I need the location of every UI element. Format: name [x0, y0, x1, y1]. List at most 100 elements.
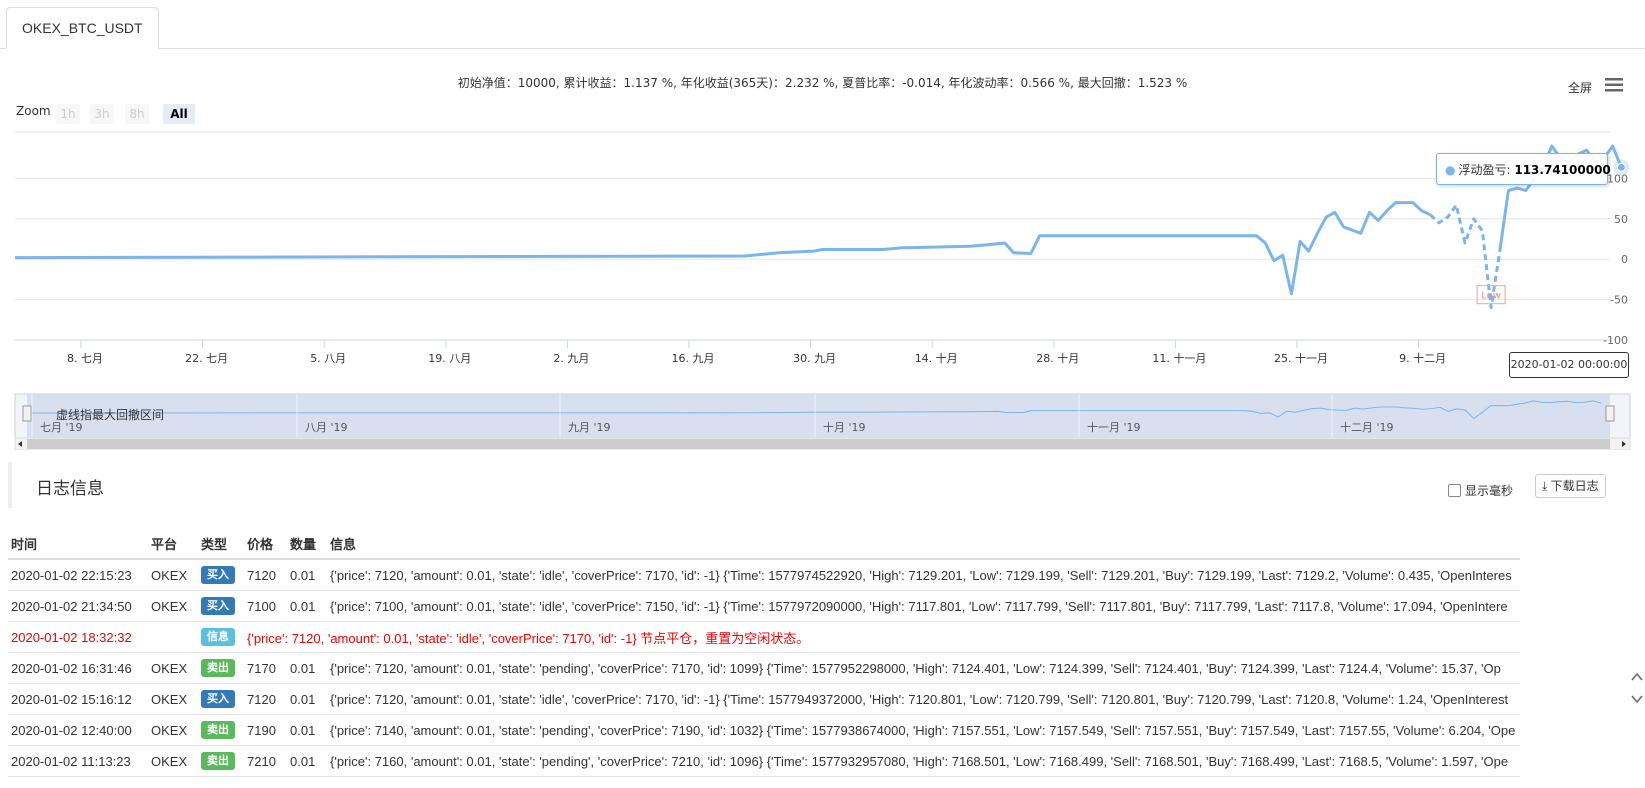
col-info: 信息: [327, 528, 1521, 560]
zoom-all-button[interactable]: All: [163, 104, 195, 124]
x-tick-label: 14. 十月: [915, 351, 958, 365]
log-price: 7190: [244, 714, 287, 746]
log-info: {'price': 7120, 'amount': 0.01, 'state':…: [327, 652, 1521, 684]
log-platform: OKEX: [148, 559, 198, 591]
navigator-scrollbar-thumb[interactable]: [27, 439, 1610, 449]
buy-badge: 买入: [201, 566, 235, 584]
tooltip-value: 113.74100000: [1514, 163, 1611, 177]
log-row: 2020-01-02 22:15:23 OKEX 买入 7120 0.01 {'price…: [8, 559, 1521, 591]
log-platform: OKEX: [148, 714, 198, 746]
sell-badge: 卖出: [201, 752, 235, 770]
sell-badge: 卖出: [201, 659, 235, 677]
log-table: 时间 平台 类型 价格 数量 信息 2020-01-02 22:15:23 OKE…: [8, 528, 1521, 777]
log-amount: 0.01: [287, 590, 327, 622]
info-badge: 信息: [201, 628, 235, 646]
checkbox-icon[interactable]: [1448, 484, 1461, 497]
pnl-series-line: [14, 201, 1431, 296]
log-amount: 0.01: [287, 745, 327, 777]
download-log-button[interactable]: ⤓ 下载日志: [1535, 474, 1606, 498]
download-icon: ⤓: [1542, 479, 1548, 493]
log-info-text: {'price': 7140, 'amount': 0.01, 'state':…: [330, 722, 1516, 738]
navigator-right-handle[interactable]: [1605, 405, 1615, 422]
navigator-tick-label: 十二月 '19: [1340, 420, 1394, 434]
log-row: 2020-01-02 11:13:23 OKEX 卖出 7210 0.01 {'price…: [8, 745, 1521, 777]
col-type: 类型: [198, 528, 244, 560]
x-tick-label: 11. 十一月: [1152, 351, 1206, 365]
log-info: {'price': 7120, 'amount': 0.01, 'state':…: [244, 621, 1521, 653]
log-time: 2020-01-02 22:15:23: [8, 559, 148, 591]
log-type: 卖出: [198, 745, 244, 777]
log-row: 2020-01-02 18:32:32 信息 {'price': 7120, 'am…: [8, 621, 1521, 653]
log-platform: [148, 621, 198, 653]
x-tick-label: 22. 七月: [185, 352, 228, 365]
x-tick-label: 25. 十一月: [1274, 351, 1328, 365]
log-info: {'price': 7120, 'amount': 0.01, 'state':…: [327, 559, 1521, 591]
log-info-text: {'price': 7120, 'amount': 0.01, 'state':…: [330, 567, 1512, 583]
log-info-text: {'price': 7120, 'amount': 0.01, 'state':…: [330, 691, 1509, 707]
x-tick-label: 8. 七月: [67, 352, 103, 365]
buy-badge: 买入: [201, 597, 235, 615]
tooltip-marker: ●: [1445, 163, 1456, 177]
tooltip-series: 浮动盈亏: [1458, 163, 1507, 177]
scroll-arrows[interactable]: [1628, 658, 1645, 788]
hamburger-icon[interactable]: [1605, 78, 1623, 92]
crosshair-date-label: 2020-01-02 00:00:00: [1509, 352, 1629, 378]
x-tick-label: 2. 九月: [553, 352, 589, 365]
sell-badge: 卖出: [201, 721, 235, 739]
y-tick-label: -50: [1610, 294, 1628, 307]
y-tick-label: 0: [1621, 253, 1628, 266]
log-info: {'price': 7140, 'amount': 0.01, 'state':…: [327, 714, 1521, 746]
x-tick-label: 5. 八月: [310, 352, 346, 365]
buy-badge: 买入: [201, 690, 235, 708]
pnl-chart[interactable]: 100500-50-1008. 七月 22. 七月 5. 八月 19. 八月 2. 九月…: [0, 128, 1645, 368]
navigator-left-handle[interactable]: [22, 405, 32, 422]
log-type: 买入: [198, 683, 244, 715]
navigator-tick-label: 八月 '19: [305, 421, 348, 434]
col-amount: 数量: [287, 528, 327, 560]
show-ms-checkbox[interactable]: 显示毫秒: [1448, 482, 1513, 499]
log-time: 2020-01-02 12:40:00: [8, 714, 148, 746]
log-time: 2020-01-02 18:32:32: [8, 621, 148, 653]
zoom-1h-button[interactable]: 1h: [56, 104, 80, 124]
fullscreen-button[interactable]: 全屏: [1568, 79, 1592, 96]
log-price: 7120: [244, 683, 287, 715]
navigator-tick-label: 九月 '19: [568, 421, 611, 434]
navigator-tick-label: 十月 '19: [823, 420, 866, 434]
log-info: {'price': 7160, 'amount': 0.01, 'state':…: [327, 745, 1521, 777]
zoom-3h-button[interactable]: 3h: [90, 104, 114, 124]
log-amount: 0.01: [287, 683, 327, 715]
chart-tooltip: ● 浮动盈亏: 113.74100000: [1436, 153, 1611, 185]
hover-point: [1616, 162, 1626, 172]
zoom-8h-button[interactable]: 8h: [125, 104, 149, 124]
tab-okex-btc-usdt[interactable]: OKEX_BTC_USDT: [6, 7, 159, 49]
col-platform: 平台: [148, 528, 198, 560]
col-price: 价格: [244, 528, 287, 560]
y-tick-label: 50: [1614, 213, 1628, 226]
low-marker-label: Low: [1481, 291, 1501, 302]
zoom-label: Zoom: [16, 104, 51, 118]
log-type: 信息: [198, 621, 244, 653]
log-type: 买入: [198, 559, 244, 591]
log-platform: OKEX: [148, 652, 198, 684]
x-tick-label: 28. 十月: [1036, 351, 1079, 365]
x-tick-label: 9. 十二月: [1399, 351, 1446, 365]
log-platform: OKEX: [148, 745, 198, 777]
x-tick-label: 16. 九月: [672, 352, 715, 365]
log-row: 2020-01-02 16:31:46 OKEX 卖出 7170 0.01 {'price…: [8, 652, 1521, 684]
log-platform: OKEX: [148, 683, 198, 715]
backtest-summary: 初始净值：10000, 累计收益：1.137 %, 年化收益(365天)：2.2…: [457, 76, 1188, 90]
log-info-text: {'price': 7120, 'amount': 0.01, 'state':…: [330, 660, 1501, 676]
log-info-text: {'price': 7120, 'amount': 0.01, 'state':…: [247, 630, 810, 646]
navigator-tick-label: 十一月 '19: [1087, 420, 1141, 434]
navigator-chart[interactable]: 七月 '19 八月 '19 九月 '19 十月 '19 十一月 '19 十二月 '19 虚线…: [0, 392, 1645, 450]
log-price: 7210: [244, 745, 287, 777]
log-row: 2020-01-02 12:40:00 OKEX 卖出 7190 0.01 {'price…: [8, 714, 1521, 746]
log-amount: 0.01: [287, 652, 327, 684]
log-time: 2020-01-02 11:13:23: [8, 745, 148, 777]
log-info: {'price': 7100, 'amount': 0.01, 'state':…: [327, 590, 1521, 622]
drawdown-legend-label: 虚线指最大回撤区间: [56, 407, 164, 422]
log-price: 7170: [244, 652, 287, 684]
log-type: 卖出: [198, 652, 244, 684]
download-label: 下载日志: [1550, 479, 1599, 493]
log-type: 买入: [198, 590, 244, 622]
